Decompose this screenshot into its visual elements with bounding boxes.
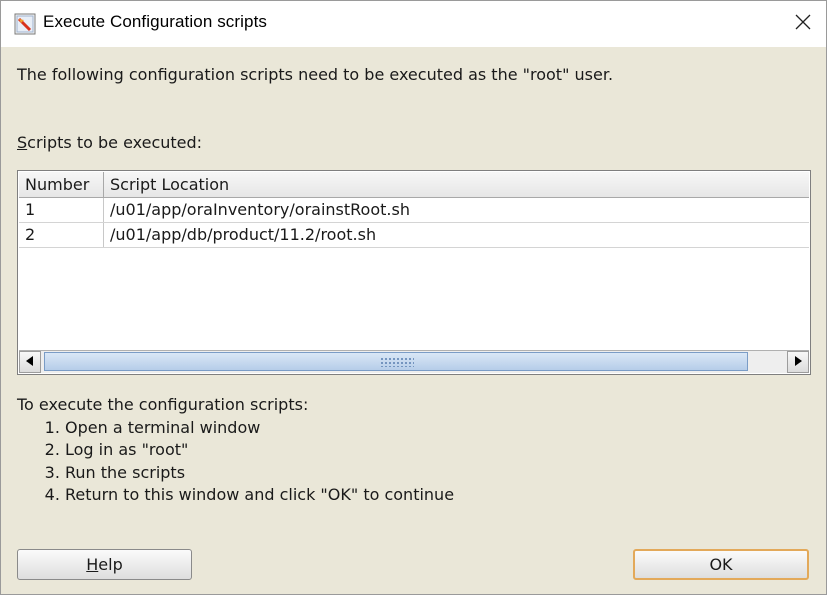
scroll-right-button[interactable] <box>787 351 809 373</box>
instruction-step: Open a terminal window <box>65 417 454 440</box>
arrow-right-icon <box>794 355 802 369</box>
info-message: The following configuration scripts need… <box>17 65 614 84</box>
grip-icon <box>380 357 414 367</box>
scripts-table[interactable]: Number Script Location 1 /u01/app/oraInv… <box>17 170 811 375</box>
close-icon <box>795 14 811 34</box>
close-button[interactable] <box>780 1 826 47</box>
instruction-step: Run the scripts <box>65 462 454 485</box>
row-number: 2 <box>19 223 104 247</box>
oracle-installer-icon <box>14 13 36 35</box>
instructions-steps: Open a terminal window Log in as "root" … <box>17 417 454 507</box>
row-script-location: /u01/app/db/product/11.2/root.sh <box>110 225 377 244</box>
table-row[interactable]: 2 /u01/app/db/product/11.2/root.sh <box>19 223 809 248</box>
help-button[interactable]: Help <box>17 549 192 580</box>
scrollbar-thumb[interactable] <box>44 352 748 371</box>
row-number: 1 <box>19 198 104 222</box>
scripts-label: Scripts to be executed: <box>17 133 202 152</box>
instruction-step: Return to this window and click "OK" to … <box>65 484 454 507</box>
help-button-mnemonic: H <box>86 555 99 574</box>
instructions: To execute the configuration scripts: Op… <box>17 394 454 507</box>
dialog-window: Execute Configuration scripts The follow… <box>0 0 827 595</box>
instruction-step: Log in as "root" <box>65 439 454 462</box>
instructions-heading: To execute the configuration scripts: <box>17 395 309 414</box>
row-script-location: /u01/app/oraInventory/orainstRoot.sh <box>110 200 410 219</box>
column-header-script-location[interactable]: Script Location <box>104 172 809 197</box>
table-header: Number Script Location <box>19 172 809 198</box>
window-title: Execute Configuration scripts <box>43 12 268 31</box>
table-row[interactable]: 1 /u01/app/oraInventory/orainstRoot.sh <box>19 198 809 223</box>
scroll-left-button[interactable] <box>19 351 41 373</box>
column-header-number[interactable]: Number <box>19 172 104 197</box>
scripts-label-mnemonic: S <box>17 133 28 152</box>
scripts-label-text: cripts to be executed: <box>27 133 203 152</box>
arrow-left-icon <box>26 355 34 369</box>
title-bar[interactable]: Execute Configuration scripts <box>1 1 826 47</box>
horizontal-scrollbar[interactable] <box>19 350 809 373</box>
ok-button[interactable]: OK <box>633 549 809 580</box>
help-button-label: elp <box>98 555 123 574</box>
